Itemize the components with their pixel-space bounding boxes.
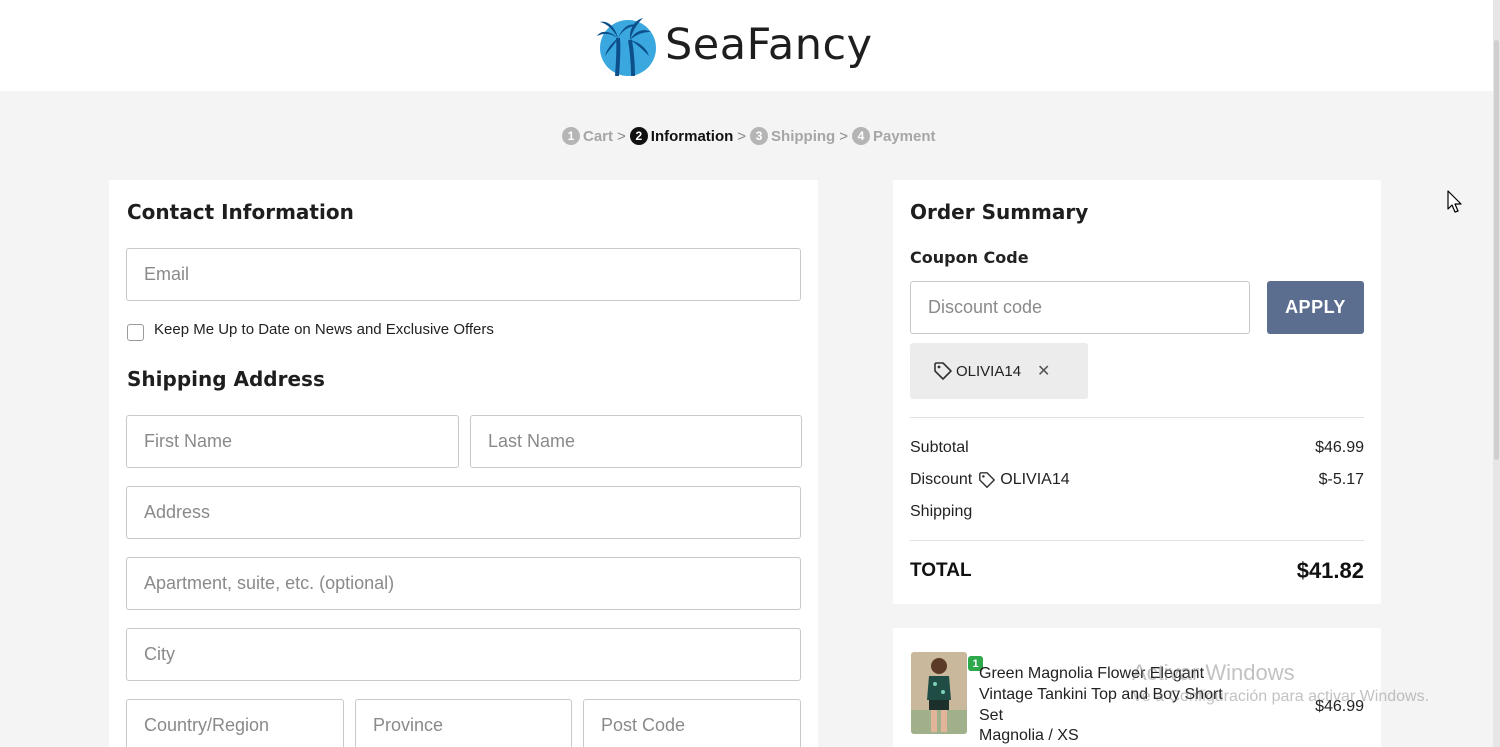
contact-title: Contact Information (127, 200, 354, 224)
shipping-title: Shipping Address (127, 367, 325, 391)
email-field[interactable] (126, 248, 801, 301)
remove-coupon-icon[interactable]: ✕ (1037, 361, 1050, 381)
step-cart[interactable]: 1 Cart (562, 127, 613, 145)
applied-coupon-chip: OLIVIA14 ✕ (910, 343, 1088, 399)
email-input[interactable] (127, 249, 800, 300)
tag-icon (978, 471, 996, 489)
province-input[interactable] (356, 700, 571, 747)
step-number: 2 (629, 127, 648, 145)
order-summary-card: Order Summary Coupon Code APPLY OLIVIA14… (893, 180, 1381, 604)
last-name-field[interactable] (470, 415, 802, 468)
page-scrollbar[interactable] (1493, 0, 1500, 747)
subtotal-value: $46.99 (1315, 439, 1364, 456)
discount-code: OLIVIA14 (1000, 471, 1070, 488)
step-separator: > (839, 127, 848, 145)
address-input[interactable] (127, 487, 800, 538)
discount-value: $-5.17 (1318, 471, 1364, 488)
shipping-label: Shipping (910, 503, 973, 520)
subtotal-label: Subtotal (910, 439, 969, 456)
product-image[interactable] (911, 652, 967, 734)
coupon-label: Coupon Code (910, 248, 1029, 267)
apartment-field[interactable] (126, 557, 801, 610)
first-name-field[interactable] (126, 415, 459, 468)
step-number: 1 (562, 127, 580, 145)
address-field[interactable] (126, 486, 801, 539)
newsletter-checkbox[interactable] (127, 324, 144, 341)
postcode-input[interactable] (584, 700, 800, 747)
step-information: 2 Information (629, 127, 734, 145)
step-separator: > (737, 127, 747, 145)
discount-row: Discount OLIVIA14 (910, 471, 1070, 489)
city-input[interactable] (127, 629, 800, 680)
mouse-cursor-icon (1447, 190, 1463, 214)
step-label: Payment (872, 127, 936, 145)
tag-icon (933, 361, 953, 381)
step-label: Information (650, 127, 734, 145)
step-label: Shipping (771, 127, 836, 145)
discount-code-field[interactable] (910, 281, 1250, 334)
windows-watermark-title: Activar Windows (1132, 660, 1295, 685)
apartment-input[interactable] (127, 558, 800, 609)
step-payment: 4 Payment (851, 127, 936, 145)
province-field[interactable] (355, 699, 572, 747)
header-bar: SeaFancy (0, 0, 1493, 91)
summary-divider (910, 540, 1364, 541)
apply-button[interactable]: APPLY (1267, 281, 1364, 334)
discount-label: Discount (910, 471, 973, 488)
order-summary-title: Order Summary (910, 200, 1089, 224)
postcode-field[interactable] (583, 699, 801, 747)
step-label: Cart (583, 127, 614, 145)
checkout-steps: 1 Cart > 2 Information > 3 Shipping > 4 … (562, 126, 936, 146)
first-name-input[interactable] (127, 416, 458, 467)
applied-coupon-code: OLIVIA14 (956, 362, 1022, 380)
step-shipping: 3 Shipping (750, 127, 835, 145)
palm-tree-icon (595, 12, 657, 78)
step-number: 3 (750, 127, 769, 145)
windows-watermark-subtitle: Ve a Configuración para activar Windows. (1132, 688, 1430, 705)
city-field[interactable] (126, 628, 801, 681)
contact-card: Contact Information Keep Me Up to Date o… (109, 180, 818, 747)
product-variant: Magnolia / XS (979, 727, 1079, 744)
country-field[interactable] (126, 699, 344, 747)
scrollbar-thumb[interactable] (1494, 40, 1499, 460)
country-input[interactable] (127, 700, 343, 747)
step-number: 4 (851, 127, 870, 145)
summary-divider (910, 417, 1364, 418)
step-separator: > (617, 127, 626, 145)
total-label: TOTAL (910, 560, 972, 581)
brand-name: SeaFancy (665, 20, 873, 70)
last-name-input[interactable] (471, 416, 801, 467)
total-value: $41.82 (1296, 558, 1364, 583)
store-logo[interactable]: SeaFancy (595, 12, 873, 78)
discount-code-input[interactable] (911, 282, 1249, 333)
newsletter-label: Keep Me Up to Date on News and Exclusive… (154, 321, 494, 338)
